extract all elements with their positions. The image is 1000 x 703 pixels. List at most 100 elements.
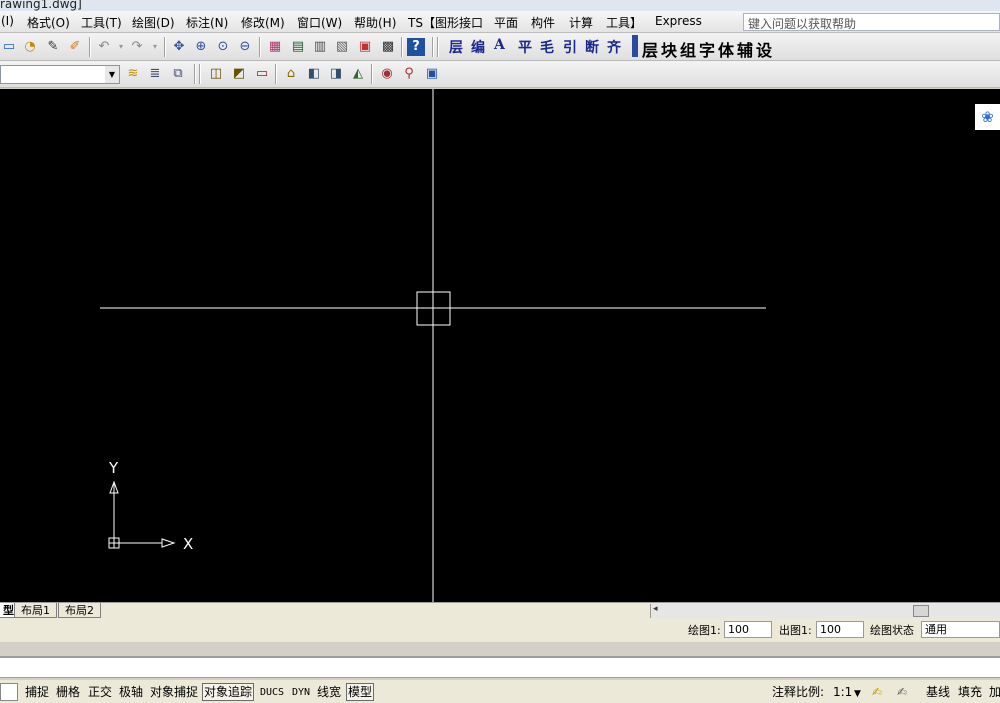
model-toggle[interactable]: 模型 <box>346 683 375 701</box>
scroll-left-icon[interactable]: ◂ <box>653 604 658 614</box>
polar-toggle[interactable]: 极轴 <box>117 683 145 701</box>
menu-dimension[interactable]: 标注(N) <box>186 14 228 31</box>
toolbar-separator <box>89 37 91 57</box>
undo-icon[interactable]: ↶ <box>95 38 113 56</box>
ucs-x-label: X <box>183 535 193 553</box>
menu-insert[interactable]: (I) <box>1 14 14 28</box>
menu-help[interactable]: 帮助(H) <box>354 14 396 31</box>
layer-dropdown[interactable]: ▼ <box>0 65 120 84</box>
draw-scale-label: 绘图1: <box>688 624 721 637</box>
horizontal-scrollbar[interactable]: ◂ <box>650 604 1000 618</box>
markup-icon[interactable]: ▣ <box>356 38 374 56</box>
menu-express[interactable]: Express <box>655 14 702 28</box>
menu-tools[interactable]: 工具(T) <box>81 14 122 31</box>
menu-plan[interactable]: 平面 <box>494 14 518 31</box>
dyn-toggle[interactable]: DYN <box>290 684 312 702</box>
lineweight-toggle[interactable]: 线宽 <box>315 683 343 701</box>
snap-toggle[interactable]: 捕捉 <box>23 683 51 701</box>
layer-match-icon[interactable]: ⧉ <box>169 65 187 83</box>
toolbar-separator <box>437 37 439 57</box>
properties-icon[interactable]: ▦ <box>266 38 284 56</box>
info-circle-icon[interactable]: ◉ <box>378 65 396 83</box>
menu-draw[interactable]: 绘图(D) <box>132 14 175 31</box>
ts-leader-button[interactable]: 引 <box>563 37 577 57</box>
query-icon[interactable]: ⚲ <box>400 65 418 83</box>
chevron-down-icon[interactable]: ▼ <box>105 66 119 83</box>
drawing-icon[interactable]: ◫ <box>207 65 225 83</box>
menu-modify[interactable]: 修改(M) <box>241 14 285 31</box>
otrack-toggle[interactable]: 对象追踪 <box>202 683 255 701</box>
toolbar-grip[interactable] <box>632 35 638 57</box>
auto-scale-icon[interactable]: ✍ <box>895 683 909 701</box>
chevron-down-icon[interactable]: ▼ <box>852 685 863 703</box>
zoom-previous-icon[interactable]: ⊖ <box>236 38 254 56</box>
annotation-scale-label: 注释比例: <box>772 685 825 699</box>
command-line[interactable] <box>0 656 1000 678</box>
annotation-scale-value[interactable]: 1:1 <box>831 683 854 701</box>
ts-break-button[interactable]: 断 <box>585 37 599 57</box>
tools-label[interactable]: 层块组字体辅设 <box>642 37 775 61</box>
chart-edit-icon[interactable]: ◭ <box>349 65 367 83</box>
layer-states-icon[interactable]: ≣ <box>146 65 164 83</box>
calculator-icon[interactable]: ▩ <box>379 38 397 56</box>
layer-previous-icon[interactable]: ≋ <box>124 65 142 83</box>
open-file-icon[interactable]: ◔ <box>21 38 39 56</box>
sheet-set-icon[interactable]: ▧ <box>333 38 351 56</box>
menu-window[interactable]: 窗口(W) <box>297 14 342 31</box>
scrollbar-thumb[interactable] <box>913 605 929 617</box>
brush-icon[interactable]: ✐ <box>66 38 84 56</box>
output-scale-input[interactable]: 100 <box>816 621 864 638</box>
book-icon[interactable]: ◧ <box>305 65 323 83</box>
panel-icon[interactable]: ◨ <box>327 65 345 83</box>
ducs-toggle[interactable]: DUCS <box>258 684 286 702</box>
fill-button[interactable]: 填充 <box>956 683 984 701</box>
tab-layout2[interactable]: 布局2 <box>58 603 101 618</box>
ucs-y-label: Y <box>108 459 119 477</box>
settings-icon[interactable]: ▣ <box>423 65 441 83</box>
menu-tools-ts[interactable]: 工具】 <box>606 14 642 31</box>
new-file-icon[interactable]: ▭ <box>0 38 18 56</box>
pencil-icon[interactable]: ✎ <box>44 38 62 56</box>
document-edit-icon[interactable]: ◩ <box>230 65 248 83</box>
frame-icon[interactable]: ▭ <box>253 65 271 83</box>
window-title: rawing1.dwg] <box>0 0 82 11</box>
canvas-graphics: Y X <box>100 89 766 602</box>
design-center-icon[interactable]: ▤ <box>289 38 307 56</box>
ts-edit-button[interactable]: 编 <box>471 37 485 57</box>
help-search-input[interactable]: 键入问题以获取帮助 <box>743 13 1000 31</box>
toolbar-separator <box>259 37 261 57</box>
ts-text-button[interactable]: A <box>494 37 505 53</box>
toolbar-separator <box>164 37 166 57</box>
baseline-button[interactable]: 基线 <box>924 683 952 701</box>
paw-icon[interactable]: ❀ <box>975 104 1000 130</box>
toolbar-separator <box>432 37 434 57</box>
ts-layer-button[interactable]: 层 <box>449 37 463 57</box>
draw-scale-input[interactable]: 100 <box>724 621 772 638</box>
ortho-toggle[interactable]: 正交 <box>86 683 114 701</box>
ucs-icon <box>108 480 176 549</box>
redo-icon[interactable]: ↷ <box>128 38 146 56</box>
hat-icon[interactable]: ⌂ <box>282 65 300 83</box>
zoom-realtime-icon[interactable]: ⊕ <box>192 38 210 56</box>
tab-layout1[interactable]: 布局1 <box>14 603 57 618</box>
tool-palette-icon[interactable]: ▥ <box>311 38 329 56</box>
osnap-toggle[interactable]: 对象捕捉 <box>148 683 200 701</box>
layout-tabs: 型 布局1 布局2 ◂ <box>0 602 1000 618</box>
toolbar-separator <box>199 64 201 84</box>
ts-align-button[interactable]: 齐 <box>607 37 621 57</box>
help-icon[interactable]: ? <box>407 38 425 56</box>
bold-button[interactable]: 加 <box>987 683 1000 701</box>
drawing-canvas[interactable]: Y X ❀ <box>0 89 1000 602</box>
grid-toggle[interactable]: 栅格 <box>54 683 82 701</box>
menu-ts-interface[interactable]: TS【图形接口 <box>408 14 483 31</box>
redo-dropdown-icon[interactable]: ▾ <box>146 38 164 56</box>
menu-format[interactable]: 格式(O) <box>27 14 70 31</box>
ts-plan-button[interactable]: 平 <box>518 37 532 57</box>
ts-hair-button[interactable]: 毛 <box>540 37 554 57</box>
annotation-visibility-icon[interactable]: ✍ <box>870 683 884 701</box>
menu-component[interactable]: 构件 <box>531 14 555 31</box>
pan-icon[interactable]: ✥ <box>170 38 188 56</box>
draw-state-select[interactable]: 通用 <box>921 621 1000 638</box>
menu-calculate[interactable]: 计算 <box>569 14 593 31</box>
zoom-window-icon[interactable]: ⊙ <box>214 38 232 56</box>
